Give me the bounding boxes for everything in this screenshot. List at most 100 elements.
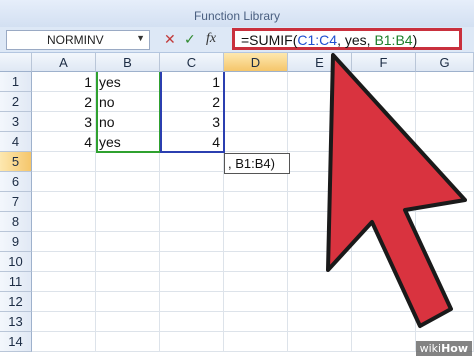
grid-cell[interactable] [288,212,352,232]
grid-cell[interactable] [160,312,224,332]
column-header-f[interactable]: F [352,53,416,72]
grid-cell[interactable] [160,212,224,232]
grid-cell[interactable] [96,252,160,272]
grid-cell[interactable] [160,172,224,192]
grid-cell[interactable] [416,172,474,192]
grid-cell[interactable] [224,92,288,112]
grid-cell[interactable] [352,132,416,152]
grid-cell[interactable] [32,232,96,252]
cell-d5-edit[interactable]: , B1:B4) [224,153,290,174]
grid-cell[interactable] [96,232,160,252]
grid-cell[interactable] [224,272,288,292]
grid-cell[interactable] [160,232,224,252]
grid-cell[interactable] [224,312,288,332]
grid-cell[interactable] [352,92,416,112]
grid-cell[interactable] [32,212,96,232]
grid-cell[interactable] [96,152,160,172]
grid-cell[interactable] [96,192,160,212]
row-header-10[interactable]: 10 [0,252,32,272]
grid-cell[interactable] [32,292,96,312]
row-header-4[interactable]: 4 [0,132,32,152]
grid-cell[interactable] [352,252,416,272]
formula-input[interactable]: =SUMIF(C1:C4, yes, B1:B4) [232,28,462,50]
grid-cell[interactable] [352,232,416,252]
grid-cell[interactable] [224,212,288,232]
grid-cell[interactable] [160,292,224,312]
grid-cell[interactable] [352,312,416,332]
row-header-11[interactable]: 11 [0,272,32,292]
grid-cell[interactable] [416,112,474,132]
grid-cell[interactable] [352,292,416,312]
grid-cell[interactable] [32,172,96,192]
grid-cell[interactable] [160,152,224,172]
grid-cell[interactable] [352,192,416,212]
grid-cell[interactable] [96,332,160,352]
grid-cell[interactable] [416,152,474,172]
grid-cell[interactable] [288,92,352,112]
fx-icon[interactable]: fx [206,30,216,48]
column-header-b[interactable]: B [96,53,160,72]
grid-cell[interactable] [352,332,416,352]
grid-cell[interactable] [288,152,352,172]
grid-cell[interactable] [224,252,288,272]
grid-cell[interactable] [288,112,352,132]
grid-cell[interactable] [288,232,352,252]
grid-cell[interactable] [288,72,352,92]
grid-cell[interactable] [288,292,352,312]
check-icon[interactable]: ✓ [184,30,196,48]
column-header-d[interactable]: D [224,53,288,72]
grid-cell[interactable] [352,152,416,172]
grid-cell[interactable] [224,72,288,92]
grid-cell[interactable] [352,72,416,92]
grid-cell[interactable] [96,212,160,232]
grid-cell[interactable] [224,132,288,152]
row-header-7[interactable]: 7 [0,192,32,212]
grid-cell[interactable] [224,332,288,352]
grid-cell[interactable] [32,272,96,292]
grid-cell[interactable] [224,172,288,192]
grid-cell[interactable] [224,192,288,212]
select-all-corner[interactable] [0,53,32,72]
row-header-12[interactable]: 12 [0,292,32,312]
cell-a2[interactable]: 2 [32,92,96,112]
grid-cell[interactable] [32,192,96,212]
grid-cell[interactable] [160,192,224,212]
grid-cell[interactable] [352,212,416,232]
grid-cell[interactable] [352,272,416,292]
grid-cell[interactable] [96,172,160,192]
grid-cell[interactable] [352,172,416,192]
cell-a1[interactable]: 1 [32,72,96,92]
grid-cell[interactable] [160,252,224,272]
row-header-6[interactable]: 6 [0,172,32,192]
grid-cell[interactable] [416,212,474,232]
grid-cell[interactable] [32,332,96,352]
grid-cell[interactable] [288,192,352,212]
grid-cell[interactable] [32,312,96,332]
grid-cell[interactable] [96,292,160,312]
cell-a3[interactable]: 3 [32,112,96,132]
grid-cell[interactable] [288,172,352,192]
grid-cell[interactable] [416,312,474,332]
grid-cell[interactable] [352,112,416,132]
grid-cell[interactable] [416,232,474,252]
grid-cell[interactable] [288,252,352,272]
grid-cell[interactable] [32,252,96,272]
grid-cell[interactable] [288,272,352,292]
row-header-2[interactable]: 2 [0,92,32,112]
column-header-e[interactable]: E [288,53,352,72]
grid-cell[interactable] [288,312,352,332]
cell-a4[interactable]: 4 [32,132,96,152]
row-header-14[interactable]: 14 [0,332,32,352]
grid-cell[interactable] [416,252,474,272]
grid-cell[interactable] [416,272,474,292]
grid-cell[interactable] [96,272,160,292]
row-header-9[interactable]: 9 [0,232,32,252]
column-header-a[interactable]: A [32,53,96,72]
grid-cell[interactable] [160,272,224,292]
row-header-5[interactable]: 5 [0,152,32,172]
grid-cell[interactable] [160,332,224,352]
chevron-down-icon[interactable]: ▼ [136,33,145,43]
row-header-3[interactable]: 3 [0,112,32,132]
grid-cell[interactable] [224,292,288,312]
column-header-g[interactable]: G [416,53,474,72]
